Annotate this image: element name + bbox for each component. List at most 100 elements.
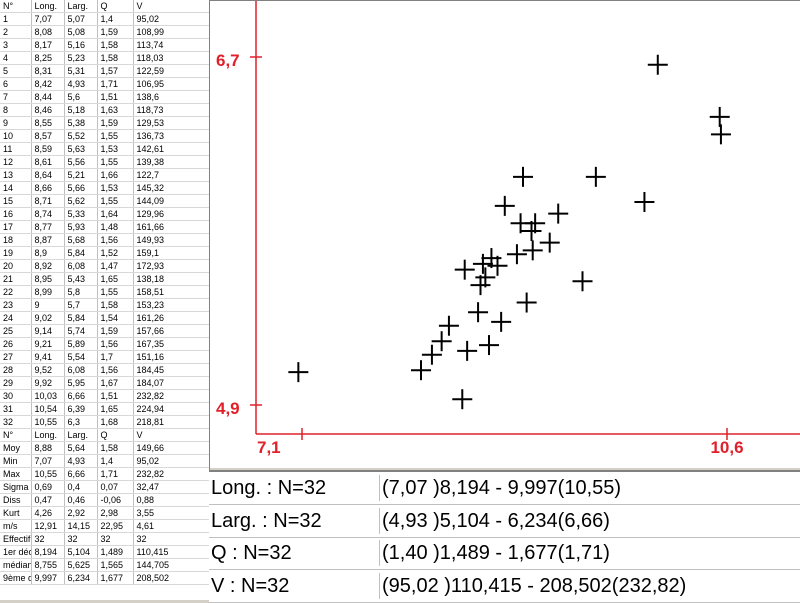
table-cell: 6,3: [64, 415, 98, 429]
table-cell: 1,59: [97, 116, 134, 130]
table-cell: 10: [0, 129, 32, 143]
table-cell: 139,38: [133, 155, 209, 169]
x-tick-label: 7,1: [257, 438, 281, 457]
table-cell: 1,58: [97, 441, 134, 455]
stats-row: Min 7,07 4,93 1,4 95,02: [0, 454, 209, 468]
table-cell: 32: [97, 532, 134, 546]
table-cell: 5,21: [64, 168, 98, 182]
table-cell: 9,14: [31, 324, 65, 338]
table-cell: 10,54: [31, 402, 65, 416]
table-row: 28 9,52 6,08 1,56 184,45: [0, 363, 209, 377]
table-cell: 28: [0, 363, 32, 377]
table-cell: 142,61: [133, 142, 209, 156]
table-cell: 0,4: [64, 480, 98, 494]
table-cell: 5,33: [64, 207, 98, 221]
table-cell: 218,81: [133, 415, 209, 429]
table-cell: 1,58: [97, 38, 134, 52]
table-cell: 1,59: [97, 25, 134, 39]
table-cell: 8,92: [31, 259, 65, 273]
table-cell: 32: [133, 532, 209, 546]
table-cell: 1,71: [97, 467, 134, 481]
y-tick-label: 4,9: [216, 399, 240, 418]
table-cell: 5,93: [64, 220, 98, 234]
table-cell: 3: [0, 38, 32, 52]
table-cell: 232,82: [133, 389, 209, 403]
stats-row: 9ème décile9,9976,2341,677208,502: [0, 571, 209, 585]
table-cell: 5,8: [64, 285, 98, 299]
table-cell: 1,54: [97, 311, 134, 325]
stat-row: Q : N=32 (1,40 )1,489 - 1,677(1,71): [209, 537, 800, 570]
table-cell: 138,6: [133, 90, 209, 104]
table-cell: 1,7: [97, 350, 134, 364]
table-cell: 8,46: [31, 103, 65, 117]
table-cell: 1,65: [97, 272, 134, 286]
table-cell: 2: [0, 25, 32, 39]
table-cell: Long.: [31, 428, 65, 442]
table-cell: 5,43: [64, 272, 98, 286]
stat-range: (95,02 )110,415 - 208,502(232,82): [379, 572, 782, 599]
table-cell: 1,4: [97, 12, 134, 26]
table-cell: 5,625: [64, 558, 98, 572]
table-cell: 149,93: [133, 233, 209, 247]
table-cell: 8,9: [31, 246, 65, 260]
table-cell: Larg.: [64, 0, 98, 13]
table-cell: 8,61: [31, 155, 65, 169]
table-row: 22 8,99 5,8 1,55 158,51: [0, 285, 209, 299]
table-cell: 1: [0, 12, 32, 26]
table-cell: 232,82: [133, 467, 209, 481]
table-cell: 208,502: [133, 571, 209, 585]
table-cell: 17: [0, 220, 32, 234]
table-cell: 20: [0, 259, 32, 273]
table-cell: 1,55: [97, 194, 134, 208]
table-cell: 1,56: [97, 337, 134, 351]
table-cell: m/s: [0, 519, 32, 533]
table-cell: 12: [0, 155, 32, 169]
table-cell: 14: [0, 181, 32, 195]
table-cell: 5,89: [64, 337, 98, 351]
table-row: 21 8,95 5,43 1,65 138,18: [0, 272, 209, 286]
table-cell: 8,77: [31, 220, 65, 234]
table-cell: Larg.: [64, 428, 98, 442]
table-cell: 8,88: [31, 441, 65, 455]
table-row: 12 8,61 5,56 1,55 139,38: [0, 155, 209, 169]
table-cell: 7,07: [31, 454, 65, 468]
table-cell: Effectif =: [0, 532, 32, 546]
table-cell: 95,02: [133, 454, 209, 468]
table-cell: 5,7: [64, 298, 98, 312]
table-cell: 6,08: [64, 363, 98, 377]
table-cell: 1,58: [97, 298, 134, 312]
stats-row: médiane8,7555,6251,565144,705: [0, 558, 209, 572]
table-cell: Sigma: [0, 480, 32, 494]
table-cell: 32: [64, 532, 98, 546]
table-cell: 106,95: [133, 77, 209, 91]
table-cell: 5,6: [64, 90, 98, 104]
table-row: 8 8,46 5,18 1,63 118,73: [0, 103, 209, 117]
table-cell: 1,56: [97, 363, 134, 377]
table-cell: 31: [0, 402, 32, 416]
table-cell: 32: [0, 415, 32, 429]
table-cell: 4,61: [133, 519, 209, 533]
table-row: 23 9 5,7 1,58 153,23: [0, 298, 209, 312]
table-cell: 145,32: [133, 181, 209, 195]
table-row: 3 8,17 5,16 1,58 113,74: [0, 38, 209, 52]
table-cell: 5,104: [64, 545, 98, 559]
data-table: N° Long. Larg. Q V 1 7,07 5,07 1,4 95,02 2 8,08 5,08…: [0, 0, 210, 600]
table-cell: 5,07: [64, 12, 98, 26]
table-row: 6 8,42 4,93 1,71 106,95: [0, 77, 209, 91]
table-cell: 29: [0, 376, 32, 390]
table-header-row: N° Long. Larg. Q V: [0, 428, 209, 442]
table-cell: 118,03: [133, 51, 209, 65]
table-cell: 9: [31, 298, 65, 312]
table-cell: 14,15: [64, 519, 98, 533]
table-cell: 224,94: [133, 402, 209, 416]
table-cell: 5,31: [64, 64, 98, 78]
table-cell: 153,23: [133, 298, 209, 312]
table-cell: 23: [0, 298, 32, 312]
table-cell: 16: [0, 207, 32, 221]
table-cell: 8,44: [31, 90, 65, 104]
table-cell: 3,55: [133, 506, 209, 520]
table-cell: 144,09: [133, 194, 209, 208]
table-cell: 6,66: [64, 389, 98, 403]
table-cell: N°: [0, 428, 32, 442]
table-cell: 4,26: [31, 506, 65, 520]
